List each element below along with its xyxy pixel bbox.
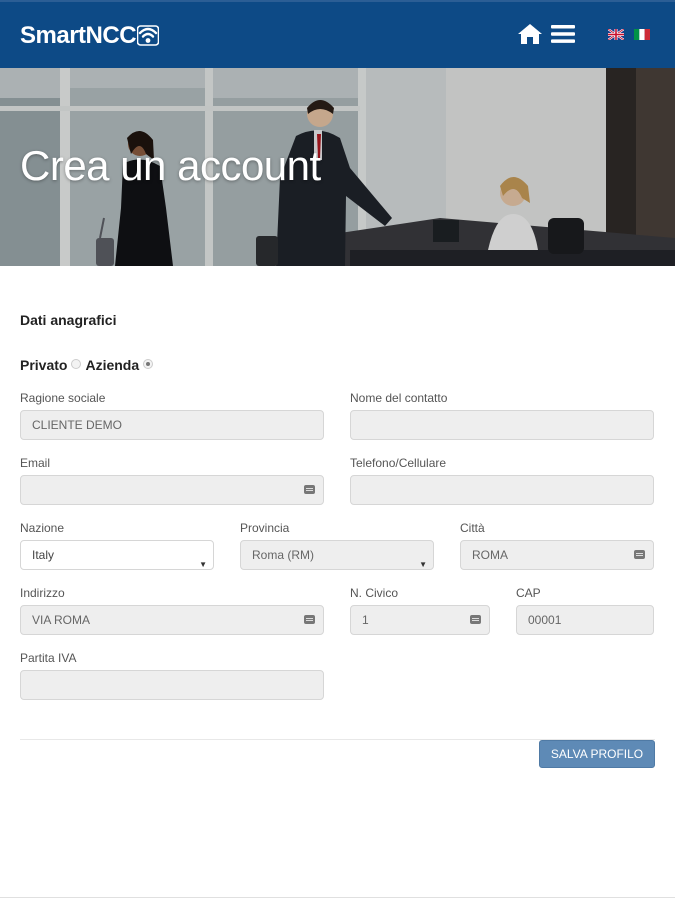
section-title: Dati anagrafici [20, 312, 117, 328]
email-label: Email [20, 456, 51, 470]
logo-wifi-icon [137, 25, 160, 46]
cap-value: 00001 [528, 613, 562, 627]
ragione-sociale-label: Ragione sociale [20, 391, 106, 405]
nome-contatto-input[interactable] [350, 410, 654, 440]
telefono-label: Telefono/Cellulare [350, 456, 447, 470]
page-bottom-divider [0, 897, 675, 898]
contact-card-icon [304, 615, 315, 624]
home-icon[interactable] [517, 23, 543, 45]
cap-label: CAP [516, 586, 541, 600]
provincia-select[interactable]: Roma (RM) ▼ [240, 540, 434, 570]
indirizzo-label: Indirizzo [20, 586, 65, 600]
partita-iva-label: Partita IVA [20, 651, 77, 665]
logo[interactable]: SmartNCC [20, 22, 160, 50]
citta-input[interactable]: ROMA [460, 540, 654, 570]
ragione-sociale-input[interactable]: CLIENTE DEMO [20, 410, 324, 440]
flag-it-icon[interactable] [634, 29, 650, 40]
provincia-value: Roma (RM) [252, 548, 314, 562]
indirizzo-input[interactable]: VIA ROMA [20, 605, 324, 635]
radio-privato[interactable] [71, 359, 82, 369]
dropdown-caret-icon: ▼ [419, 560, 427, 569]
contact-card-icon [304, 485, 315, 494]
menu-icon[interactable] [550, 24, 576, 44]
contact-card-icon [470, 615, 481, 624]
top-navbar: SmartNCC [0, 0, 675, 68]
dropdown-caret-icon: ▼ [199, 560, 207, 569]
citta-value: ROMA [472, 548, 508, 562]
email-input[interactable] [20, 475, 324, 505]
radio-azienda[interactable] [143, 359, 154, 369]
save-profile-button[interactable]: SALVA PROFILO [539, 740, 655, 768]
civico-label: N. Civico [350, 586, 399, 600]
telefono-input[interactable] [350, 475, 654, 505]
radio-label-privato: Privato [20, 357, 68, 373]
page-title: Crea un account [20, 142, 321, 189]
civico-input[interactable]: 1 [350, 605, 490, 635]
partita-iva-input[interactable] [20, 670, 324, 700]
radio-label-azienda: Azienda [85, 357, 140, 373]
indirizzo-value: VIA ROMA [32, 613, 91, 627]
account-type-radio-group: Privato Azienda [20, 357, 157, 373]
citta-label: Città [460, 521, 485, 535]
ragione-sociale-value: CLIENTE DEMO [32, 418, 123, 432]
logo-text-smart: Smart [20, 22, 86, 49]
logo-text-ncc: NCC [85, 22, 137, 49]
flag-uk-icon[interactable] [608, 29, 624, 40]
hero-banner: Crea un account [0, 68, 675, 266]
provincia-label: Provincia [240, 521, 290, 535]
nazione-label: Nazione [20, 521, 65, 535]
contact-card-icon [634, 550, 645, 559]
nome-contatto-label: Nome del contatto [350, 391, 448, 405]
cap-input[interactable]: 00001 [516, 605, 654, 635]
nazione-select[interactable]: Italy ▼ [20, 540, 214, 570]
nazione-value: Italy [32, 548, 55, 562]
civico-value: 1 [362, 613, 369, 627]
